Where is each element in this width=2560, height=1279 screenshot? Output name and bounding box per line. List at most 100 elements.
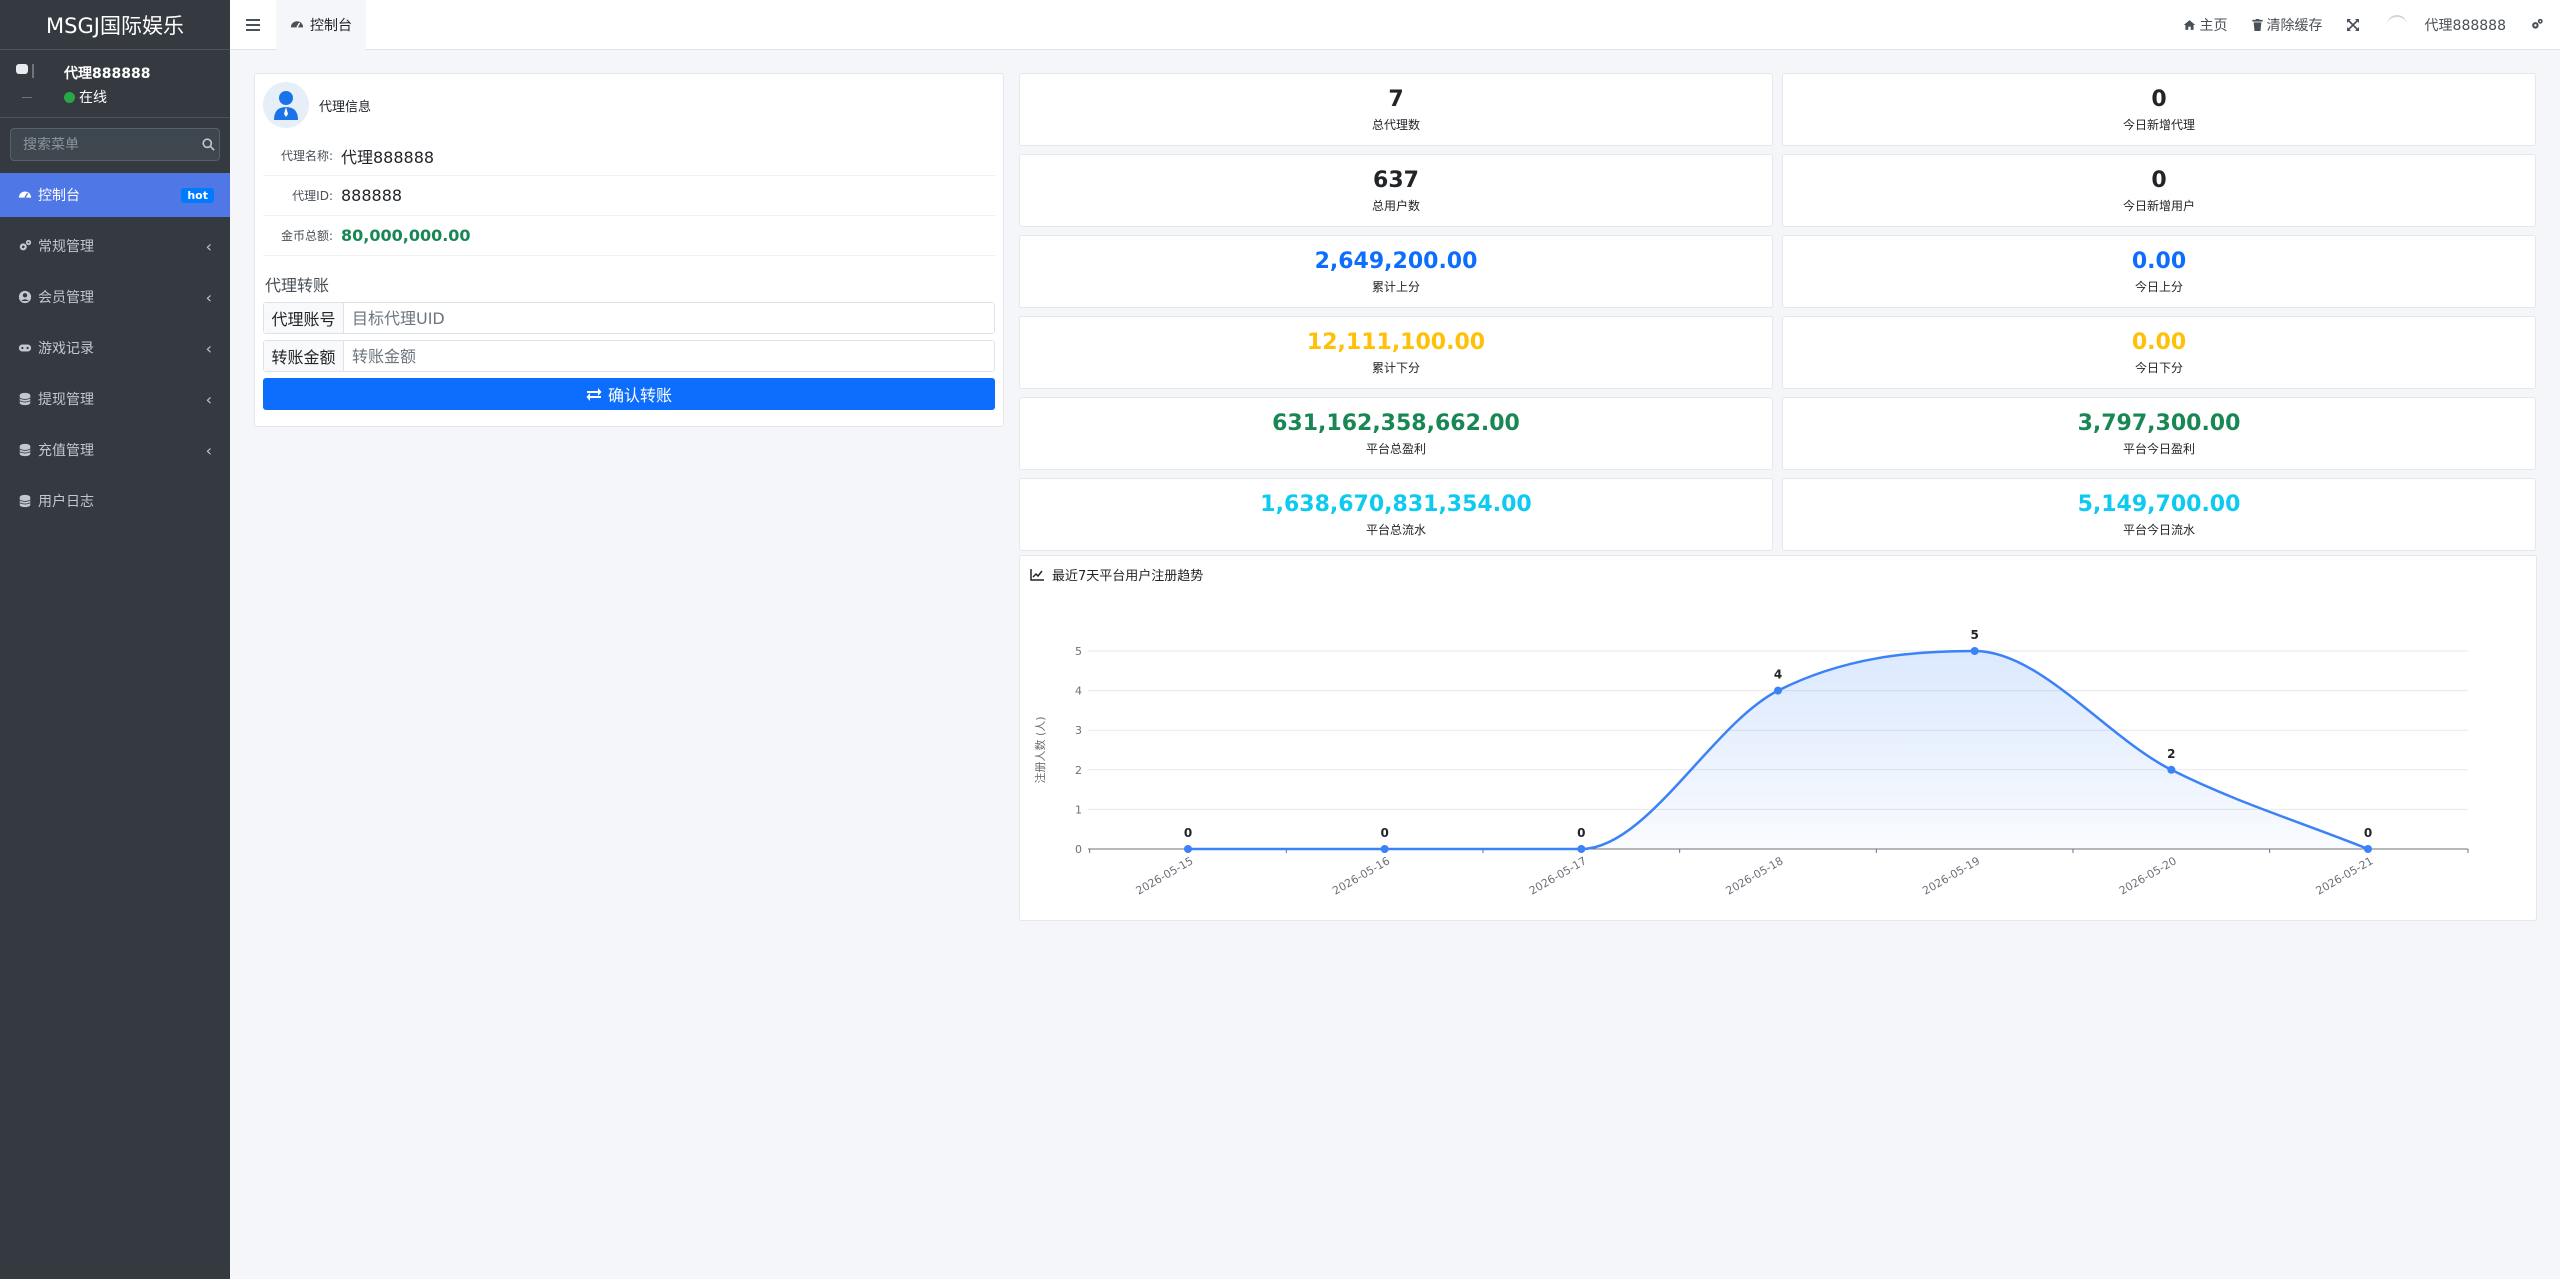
exchange-icon	[586, 388, 602, 401]
home-link[interactable]: 主页	[2171, 15, 2240, 35]
stat-value: 637	[1373, 167, 1419, 193]
hot-badge: hot	[181, 187, 214, 203]
data-label: 2	[2167, 747, 2175, 761]
fullscreen-button[interactable]	[2335, 18, 2375, 31]
trash-icon	[2251, 18, 2263, 31]
stat-total-profit: 631,162,358,662.00 平台总盈利	[1019, 397, 1773, 470]
brand-logo[interactable]: MSGJ国际娱乐	[0, 0, 230, 50]
confirm-transfer-button[interactable]: 确认转账	[263, 378, 995, 410]
settings-button[interactable]	[2518, 18, 2560, 31]
y-tick-label: 2	[1075, 764, 1082, 777]
agent-name-label: 代理名称:	[280, 149, 333, 163]
coins-value: 80,000,000.00	[341, 226, 471, 245]
y-tick-label: 3	[1075, 724, 1082, 737]
home-label: 主页	[2199, 17, 2228, 34]
stat-new-agents-today: 0 今日新增代理	[1782, 73, 2536, 146]
dashboard-icon	[18, 188, 32, 202]
navbar-username: 代理888888	[2424, 17, 2506, 34]
coins-label: 金币总额:	[280, 229, 333, 243]
amount-input-group: 转账金额	[263, 340, 995, 372]
menu-toggle-button[interactable]	[230, 0, 276, 50]
chevron-left-icon: ‹	[205, 236, 212, 256]
sidebar-item-dashboard[interactable]: 控制台 hot	[0, 173, 230, 217]
stat-withdraw-today: 0.00 今日下分	[1782, 316, 2536, 389]
top-navbar: 控制台 主页 清除缓存 代理888888	[230, 0, 2560, 50]
sidebar-item-label: 充值管理	[38, 443, 94, 459]
chevron-left-icon: ‹	[205, 338, 212, 358]
database-icon	[18, 443, 32, 457]
gears-icon	[18, 239, 32, 253]
stat-deposit-today: 0.00 今日上分	[1782, 235, 2536, 308]
sidebar-username[interactable]: 代理888888	[64, 63, 150, 83]
sidebar-item-members[interactable]: 会员管理 ‹	[0, 275, 230, 319]
x-tick-label: 2026-05-20	[2117, 854, 2179, 897]
expand-icon	[2346, 18, 2359, 31]
clear-cache-button[interactable]: 清除缓存	[2240, 15, 2335, 35]
stat-new-users-today: 0 今日新增用户	[1782, 154, 2536, 227]
confirm-label: 确认转账	[607, 386, 672, 405]
amount-label: 转账金额	[264, 341, 344, 371]
sidebar-item-label: 用户日志	[38, 494, 94, 510]
transfer-title: 代理转账	[265, 276, 330, 295]
data-point	[1184, 845, 1192, 853]
x-tick-label: 2026-05-15	[1134, 854, 1196, 897]
search-icon	[201, 138, 215, 151]
registration-chart: 0 1 2 3 4 5 注册人数 (人) 2026-05-15 2026-05-16 2026-0…	[1033, 628, 2469, 898]
sidebar-item-label: 控制台	[38, 188, 80, 204]
data-label: 0	[1184, 826, 1192, 840]
agent-id-value: 888888	[341, 186, 403, 205]
stat-value: 0.00	[2131, 248, 2187, 274]
tab-dashboard[interactable]: 控制台	[276, 0, 366, 50]
hamburger-icon	[246, 18, 260, 31]
stat-caption: 今日下分	[2134, 360, 2183, 375]
data-label: 0	[1577, 826, 1585, 840]
x-tick-label: 2026-05-21	[2314, 854, 2376, 897]
stat-caption: 今日上分	[2134, 279, 2183, 294]
stat-total-users: 637 总用户数	[1019, 154, 1773, 227]
stat-value: 0	[2151, 167, 2167, 193]
agent-id-label: 代理ID:	[292, 189, 333, 203]
stat-total-agents: 7 总代理数	[1019, 73, 1773, 146]
stat-total-deposit: 2,649,200.00 累计上分	[1019, 235, 1773, 308]
clear-cache-label: 清除缓存	[2266, 17, 2323, 34]
search-button[interactable]	[197, 129, 219, 160]
status-text: 在线	[79, 90, 107, 106]
stat-value: 0	[2151, 86, 2167, 112]
stat-total-turnover: 1,638,670,831,354.00 平台总流水	[1019, 478, 1773, 551]
search-input[interactable]	[11, 129, 197, 160]
y-tick-label: 1	[1075, 803, 1082, 816]
stat-value: 1,638,670,831,354.00	[1260, 491, 1532, 517]
sidebar-item-user-logs[interactable]: 用户日志	[0, 479, 230, 523]
user-menu[interactable]: 代理888888	[2375, 14, 2518, 35]
stat-caption: 平台总流水	[1365, 522, 1426, 537]
x-tick-label: 2026-05-19	[1920, 854, 1982, 897]
stat-caption: 平台今日流水	[2122, 522, 2195, 537]
agent-avatar-icon	[263, 82, 309, 128]
stat-caption: 今日新增代理	[2122, 117, 2195, 132]
transfer-amount-input[interactable]	[344, 341, 994, 371]
x-tick-label: 2026-05-16	[1330, 854, 1392, 897]
target-uid-input[interactable]	[344, 303, 994, 333]
sidebar-item-game-records[interactable]: 游戏记录 ‹	[0, 326, 230, 370]
stat-caption: 平台总盈利	[1365, 441, 1426, 456]
sidebar-item-withdrawals[interactable]: 提现管理 ‹	[0, 377, 230, 421]
y-tick-label: 0	[1075, 843, 1082, 856]
sidebar-search	[10, 128, 220, 161]
stat-profit-today: 3,797,300.00 平台今日盈利	[1782, 397, 2536, 470]
sidebar-item-general[interactable]: 常规管理 ‹	[0, 224, 230, 268]
stat-caption: 累计下分	[1371, 360, 1420, 375]
account-label: 代理账号	[264, 303, 344, 333]
data-label: 0	[1380, 826, 1388, 840]
gears-icon	[2532, 18, 2543, 29]
agent-info-title: 代理信息	[319, 99, 372, 115]
chevron-left-icon: ‹	[205, 440, 212, 460]
sidebar-item-recharge[interactable]: 充值管理 ‹	[0, 428, 230, 472]
stat-value: 5,149,700.00	[2077, 491, 2241, 517]
y-tick-label: 5	[1075, 645, 1082, 658]
stat-caption: 总用户数	[1371, 198, 1420, 213]
tab-label: 控制台	[310, 17, 352, 34]
stat-value: 631,162,358,662.00	[1272, 410, 1520, 436]
sidebar-item-label: 游戏记录	[38, 341, 94, 357]
data-point	[1970, 647, 1979, 655]
y-tick-label: 4	[1075, 685, 1082, 698]
